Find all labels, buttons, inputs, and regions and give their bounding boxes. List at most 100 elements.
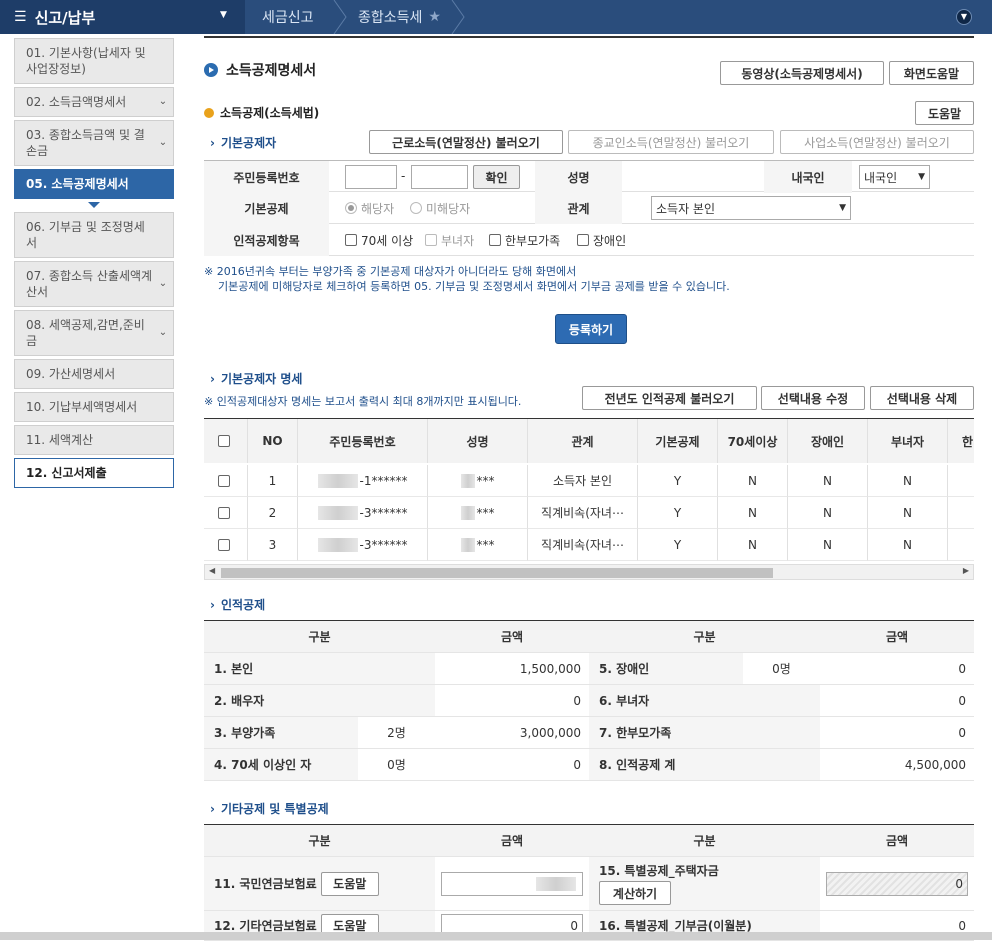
screen-help-button[interactable]: 화면도움말 — [889, 61, 974, 85]
sidebar-item-11[interactable]: 11. 세액계산 — [14, 425, 174, 455]
delete-selected-button[interactable]: 선택내용 삭제 — [870, 386, 974, 410]
col-header: 구분 — [589, 621, 820, 653]
table-row-checkbox[interactable] — [204, 529, 248, 561]
sidebar-item-08[interactable]: 08. 세액공제,감면,준비금 ⌄ — [14, 310, 174, 356]
native-label: 내국인 — [764, 161, 852, 193]
check-woman[interactable]: 부녀자 — [425, 224, 474, 256]
redacted-block — [460, 473, 475, 488]
sidebar-item-12[interactable]: 12. 신고서제출 — [14, 458, 174, 488]
detail-note: ※ 인적공제대상자 명세는 보고서 출력시 최대 8개까지만 표시됩니다. — [204, 395, 522, 408]
confirm-button[interactable]: 확인 — [473, 165, 520, 189]
pension-amount-input[interactable] — [441, 871, 583, 896]
sidebar-item-10[interactable]: 10. 기납부세액명세서 — [14, 392, 174, 422]
table-row-checkbox[interactable] — [204, 465, 248, 497]
sidebar-item-03[interactable]: 03. 종합소득금액 및 결손금 ⌄ — [14, 120, 174, 166]
sidebar-item-07[interactable]: 07. 종합소득 산출세액계산서 ⌄ — [14, 261, 174, 307]
table-cell: N — [868, 497, 948, 529]
rrn-front-input[interactable] — [345, 165, 397, 189]
row-label: 6. 부녀자 — [589, 685, 820, 717]
other-section-title: 기타공제 및 특별공제 — [210, 800, 329, 817]
table-cell-name: *** — [428, 465, 528, 497]
load-previous-year-button[interactable]: 전년도 인적공제 불러오기 — [582, 386, 757, 410]
pension-amount-cell — [435, 857, 589, 911]
col-header: 구분 — [204, 825, 435, 857]
checkbox-icon — [425, 234, 437, 246]
sidebar-item-09[interactable]: 09. 가산세명세서 — [14, 359, 174, 389]
scroll-right-icon[interactable]: ▶ — [963, 566, 969, 575]
help-button[interactable]: 도움말 — [915, 101, 974, 125]
row-label: 4. 70세 이상인 자 — [204, 749, 358, 781]
scroll-left-icon[interactable]: ◀ — [209, 566, 215, 575]
check-disabled[interactable]: 장애인 — [577, 224, 626, 256]
row-label-text: 11. 국민연금보험료 — [214, 877, 317, 891]
chevron-down-icon[interactable]: ⌄ — [156, 94, 170, 110]
register-button[interactable]: 등록하기 — [555, 314, 627, 344]
sidebar-item-06[interactable]: 06. 기부금 및 조정명세서 — [14, 212, 174, 258]
chevron-down-icon[interactable]: ⌄ — [156, 135, 170, 151]
col-header: 성명 — [428, 419, 528, 463]
table-cell-rrn: -3****** — [298, 529, 428, 561]
rrn-back-input[interactable] — [411, 165, 468, 189]
redacted-block — [460, 505, 475, 520]
native-select[interactable]: 내국인 ▼ — [859, 165, 930, 189]
load-business-income-button[interactable]: 사업소득(연말정산) 불러오기 — [780, 130, 974, 154]
page-horizontal-scrollbar[interactable] — [0, 932, 992, 940]
video-button[interactable]: 동영상(소득공제명세서) — [720, 61, 884, 85]
table-row-checkbox[interactable] — [204, 497, 248, 529]
sidebar-item-02[interactable]: 02. 소득금액명세서 ⌄ — [14, 87, 174, 117]
scrollbar-thumb[interactable] — [221, 568, 773, 578]
breadcrumb-separator-icon — [451, 0, 465, 34]
rrn-text: -3****** — [359, 537, 408, 552]
chevron-down-icon[interactable]: ▼ — [220, 10, 227, 20]
sidebar-item-05[interactable]: 05. 소득공제명세서 — [14, 169, 174, 199]
top-navigation-bar: ☰ 신고/납부 ▼ 세금신고 종합소득세 ★ ▼ — [0, 0, 992, 34]
check-over-70[interactable]: 70세 이상 — [345, 224, 413, 256]
col-header: 금액 — [820, 621, 974, 653]
housing-amount-input: 0 — [826, 871, 968, 896]
calculate-button[interactable]: 계산하기 — [599, 881, 671, 905]
menu-toggle[interactable]: ☰ 신고/납부 ▼ — [0, 0, 245, 34]
amount-cell: 3,000,000 — [435, 717, 589, 749]
select-all-checkbox[interactable] — [217, 435, 230, 447]
edit-selected-button[interactable]: 선택내용 수정 — [761, 386, 865, 410]
name-label: 성명 — [535, 161, 622, 193]
table-cell: N — [788, 529, 868, 561]
radio-applicable[interactable]: 해당자 — [345, 192, 394, 224]
rrn-text: -1****** — [359, 473, 408, 488]
radio-icon — [410, 202, 422, 214]
sidebar-item-label: 06. 기부금 및 조정명세서 — [26, 220, 145, 250]
chevron-down-icon[interactable]: ⌄ — [156, 325, 170, 341]
personal-section-title: 인적공제 — [210, 596, 265, 613]
sidebar-item-01[interactable]: 01. 기본사항(납세자 및 사업장정보) — [14, 38, 174, 84]
name-text: *** — [476, 473, 495, 488]
row-label: 3. 부양가족 — [204, 717, 358, 749]
relation-select[interactable]: 소득자 본인 ▼ — [651, 196, 851, 220]
notice-text: ※ 2016년귀속 부터는 부양가족 중 기본공제 대상자가 아니더라도 당해 … — [204, 264, 730, 294]
col-header: 구분 — [204, 621, 435, 653]
table-cell-name: *** — [428, 497, 528, 529]
rrn-dash: - — [401, 169, 406, 183]
col-header: NO — [248, 419, 298, 463]
row-label-housing: 15. 특별공제_주택자금 계산하기 — [589, 857, 820, 911]
rrn-label: 주민등록번호 — [204, 161, 329, 193]
checkbox-label: 장애인 — [593, 233, 627, 248]
form-row-basic: 기본공제 해당자 미해당자 관계 소득자 본인 ▼ — [204, 192, 974, 224]
horizontal-scrollbar[interactable]: ◀ ▶ — [204, 564, 974, 580]
row-label: 8. 인적공제 계 — [589, 749, 820, 781]
chevron-down-circle-icon[interactable]: ▼ — [956, 9, 972, 25]
load-religious-income-button[interactable]: 종교인소득(연말정산) 불러오기 — [568, 130, 774, 154]
load-earned-income-button[interactable]: 근로소득(연말정산) 불러오기 — [369, 130, 563, 154]
section-subtitle: 소득공제(소득세법) — [204, 104, 319, 121]
check-single-parent[interactable]: 한부모가족 — [489, 224, 560, 256]
breadcrumb-income-tax[interactable]: 종합소득세 ★ — [346, 0, 465, 34]
radio-not-applicable[interactable]: 미해당자 — [410, 192, 470, 224]
sidebar-item-label: 05. 소득공제명세서 — [26, 177, 129, 191]
pension-help-button[interactable]: 도움말 — [320, 871, 379, 896]
breadcrumb-tax-filing[interactable]: 세금신고 — [248, 0, 347, 34]
chevron-down-icon: ▼ — [918, 172, 925, 182]
chevron-down-icon[interactable]: ⌄ — [156, 276, 170, 292]
table-cell: N — [868, 529, 948, 561]
bullet-icon — [204, 107, 214, 118]
star-icon[interactable]: ★ — [428, 9, 441, 25]
page-title-text: 소득공제명세서 — [226, 63, 317, 79]
